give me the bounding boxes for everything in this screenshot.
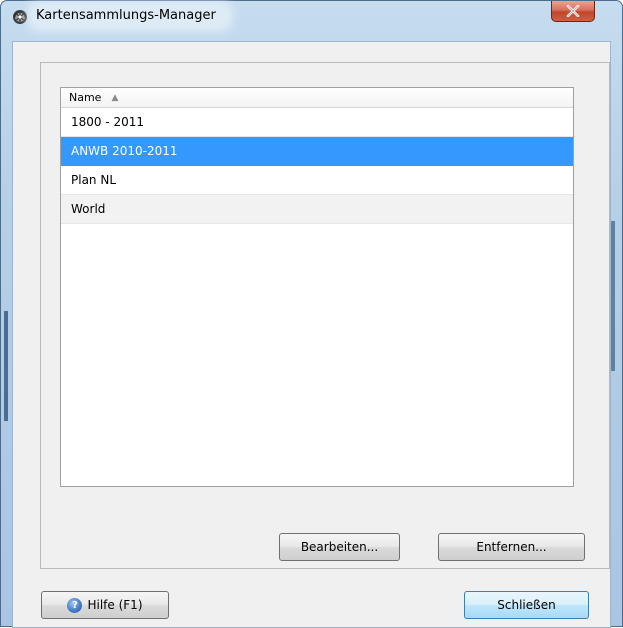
close-dialog-button-label: Schließen <box>497 598 556 612</box>
edit-button-label: Bearbeiten... <box>300 540 379 554</box>
remove-button[interactable]: Entfernen... <box>438 533 585 561</box>
column-header-label: Name <box>69 91 102 104</box>
list-item[interactable]: 1800 - 2011 <box>61 108 573 137</box>
edit-button[interactable]: Bearbeiten... <box>279 533 400 561</box>
background-stripe <box>611 221 615 371</box>
title-bar[interactable]: Kartensammlungs-Manager <box>1 1 622 31</box>
sort-ascending-icon: ▲ <box>111 92 119 103</box>
dialog-client-area: Name ▲ 1800 - 2011 ANWB 2010-2011 Plan N… <box>12 41 611 628</box>
close-x-icon <box>566 2 580 21</box>
background-stripe <box>4 311 8 421</box>
collections-list[interactable]: Name ▲ 1800 - 2011 ANWB 2010-2011 Plan N… <box>60 87 574 487</box>
list-item[interactable]: World <box>61 195 573 224</box>
collections-panel: Name ▲ 1800 - 2011 ANWB 2010-2011 Plan N… <box>40 62 610 569</box>
column-header-name[interactable]: Name ▲ <box>61 88 573 108</box>
help-icon: ? <box>67 597 83 613</box>
window-close-button[interactable] <box>551 1 595 22</box>
remove-button-label: Entfernen... <box>476 540 547 554</box>
dialog-window: Kartensammlungs-Manager Name ▲ 1800 - 20… <box>0 0 623 628</box>
list-item-selected[interactable]: ANWB 2010-2011 <box>61 137 573 166</box>
close-dialog-button[interactable]: Schließen <box>464 591 589 619</box>
help-button-label: Hilfe (F1) <box>87 598 143 612</box>
help-button[interactable]: ? Hilfe (F1) <box>41 591 169 619</box>
app-globe-icon <box>12 9 28 25</box>
list-item[interactable]: Plan NL <box>61 166 573 195</box>
window-title: Kartensammlungs-Manager <box>34 7 226 25</box>
